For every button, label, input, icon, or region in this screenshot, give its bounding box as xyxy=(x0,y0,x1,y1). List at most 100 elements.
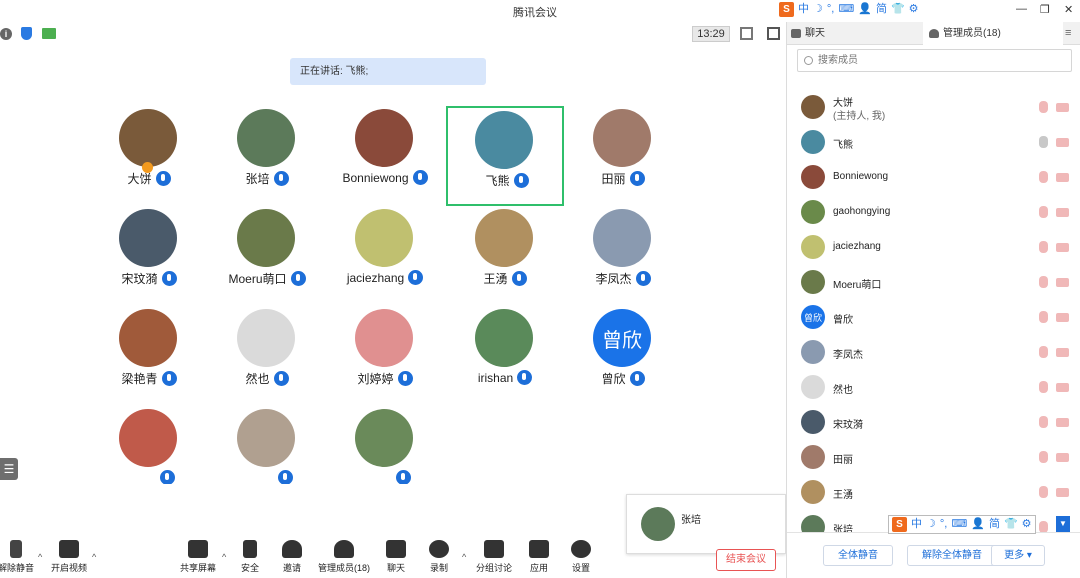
record-button[interactable]: 录制 xyxy=(409,538,469,578)
mic-off-icon[interactable] xyxy=(1039,101,1048,113)
ime-punct-icon[interactable]: °, xyxy=(827,2,834,17)
ime-simplified[interactable]: 简 xyxy=(989,517,1000,532)
member-row[interactable]: 曾欣 曾欣 xyxy=(787,300,1080,335)
sidebar-toggle-icon[interactable] xyxy=(767,27,780,40)
unmute-all-button[interactable]: 解除全体静音 xyxy=(907,545,997,566)
participant-tile[interactable]: 李凤杰 xyxy=(564,204,682,304)
ime-skin-icon[interactable]: 👕 xyxy=(891,2,905,17)
member-row[interactable]: 飞熊 xyxy=(787,125,1080,160)
participant-tile[interactable]: 王湧 xyxy=(446,204,564,304)
ime-moon-icon[interactable]: ☽ xyxy=(926,517,936,532)
member-search[interactable] xyxy=(797,49,1072,72)
end-meeting-button[interactable]: 结束会议 xyxy=(716,549,776,571)
mic-off-icon[interactable] xyxy=(1039,206,1048,218)
ime-simplified[interactable]: 简 xyxy=(876,2,887,17)
ime-settings-icon[interactable]: ⚙ xyxy=(909,2,919,17)
participant-tile[interactable]: 张培 xyxy=(208,104,326,204)
ime-chinese-mode[interactable]: 中 xyxy=(798,2,809,17)
ime-skin-icon[interactable]: 👕 xyxy=(1004,517,1018,532)
participant-tile[interactable] xyxy=(326,404,444,484)
scroll-down-icon[interactable]: ▼ xyxy=(1056,516,1070,532)
mic-off-icon[interactable] xyxy=(1039,416,1048,428)
participant-tile[interactable]: Bonniewong xyxy=(326,104,444,204)
mic-off-icon[interactable] xyxy=(1039,381,1048,393)
mic-off-icon[interactable] xyxy=(1039,486,1048,498)
share-screen-button[interactable]: 共享屏幕 xyxy=(168,538,228,578)
ime-logo[interactable]: S xyxy=(779,2,794,17)
mic-off-icon[interactable] xyxy=(1039,451,1048,463)
ime-toolbar[interactable]: S 中 ☽ °, ⌨ 👤 简 👕 ⚙ xyxy=(776,1,922,18)
participant-tile[interactable]: 宋玟漪 xyxy=(90,204,208,304)
participant-tile[interactable] xyxy=(208,404,326,484)
fullscreen-icon[interactable] xyxy=(740,27,753,40)
ime-keyboard-icon[interactable]: ⌨ xyxy=(951,517,967,532)
member-row[interactable]: 宋玟漪 xyxy=(787,405,1080,440)
member-row[interactable]: 田丽 xyxy=(787,440,1080,475)
camera-off-icon[interactable] xyxy=(1056,488,1069,497)
settings-button[interactable]: 设置 xyxy=(551,538,611,578)
ime-user-icon[interactable]: 👤 xyxy=(858,2,872,17)
participant-tile[interactable]: 田丽 xyxy=(564,104,682,204)
participant-tile[interactable]: 刘婷婷 xyxy=(326,304,444,404)
maximize-button[interactable]: ❐ xyxy=(1040,3,1050,16)
member-row[interactable]: jaciezhang xyxy=(787,230,1080,265)
more-button[interactable]: 更多 ▾ xyxy=(991,545,1045,566)
participant-tile[interactable]: irishan xyxy=(446,304,564,404)
list-toggle-icon[interactable]: ☰ xyxy=(0,458,18,480)
participant-tile[interactable]: 然也 xyxy=(208,304,326,404)
participant-tile[interactable]: 飞熊 xyxy=(446,106,564,206)
shield-icon[interactable] xyxy=(21,27,32,40)
ime-moon-icon[interactable]: ☽ xyxy=(813,2,823,17)
camera-off-icon[interactable] xyxy=(1056,173,1069,182)
participant-tile[interactable]: 大饼 xyxy=(90,104,208,204)
member-row[interactable]: gaohongying xyxy=(787,195,1080,230)
camera-off-icon[interactable] xyxy=(1056,103,1069,112)
video-options-caret[interactable]: ^ xyxy=(92,552,96,562)
camera-off-icon[interactable] xyxy=(1056,453,1069,462)
participant-tile[interactable] xyxy=(90,404,208,484)
camera-off-icon[interactable] xyxy=(1056,278,1069,287)
camera-off-icon[interactable] xyxy=(1056,138,1069,147)
mic-off-icon[interactable] xyxy=(1039,276,1048,288)
participant-tile[interactable]: Moeru萌口 xyxy=(208,204,326,304)
camera-off-icon[interactable] xyxy=(1056,418,1069,427)
info-icon[interactable]: i xyxy=(0,28,12,40)
member-row[interactable]: 然也 xyxy=(787,370,1080,405)
ime-chinese-mode[interactable]: 中 xyxy=(911,517,922,532)
minimize-button[interactable]: — xyxy=(1016,3,1027,15)
camera-off-icon[interactable] xyxy=(1056,383,1069,392)
panel-menu-icon[interactable]: ≡ xyxy=(1065,27,1071,39)
participant-tile[interactable]: 梁艳青 xyxy=(90,304,208,404)
invite-button[interactable]: 邀请 xyxy=(262,538,322,578)
member-row[interactable]: 大饼 (主持人, 我) xyxy=(787,90,1080,125)
camera-off-icon[interactable] xyxy=(1056,208,1069,217)
mic-off-icon[interactable] xyxy=(1039,171,1048,183)
ime-logo[interactable]: S xyxy=(892,517,907,532)
close-button[interactable]: ✕ xyxy=(1064,3,1073,16)
camera-off-icon[interactable] xyxy=(1056,243,1069,252)
member-search-input[interactable] xyxy=(818,52,1068,69)
mic-off-icon[interactable] xyxy=(1039,346,1048,358)
camera-off-icon[interactable] xyxy=(1056,348,1069,357)
member-row[interactable]: Moeru萌口 xyxy=(787,265,1080,300)
mic-off-icon[interactable] xyxy=(1039,241,1048,253)
tab-members[interactable]: 管理成员(18) xyxy=(923,22,1063,45)
member-row[interactable]: Bonniewong xyxy=(787,160,1080,195)
mic-off-icon[interactable] xyxy=(1039,311,1048,323)
tab-chat[interactable]: 聊天 xyxy=(787,22,923,45)
signal-icon[interactable] xyxy=(42,28,56,39)
member-row[interactable]: 王湧 xyxy=(787,475,1080,510)
manage-members-button[interactable]: 管理成员(18) xyxy=(314,538,374,578)
mute-all-button[interactable]: 全体静音 xyxy=(823,545,893,566)
ime-settings-icon[interactable]: ⚙ xyxy=(1022,517,1032,532)
participant-tile[interactable]: 曾欣 曾欣 xyxy=(564,304,682,404)
ime-punct-icon[interactable]: °, xyxy=(940,517,947,532)
ime-keyboard-icon[interactable]: ⌨ xyxy=(838,2,854,17)
ime-floating-toolbar[interactable]: S 中 ☽ °, ⌨ 👤 简 👕 ⚙ xyxy=(888,515,1036,534)
ime-user-icon[interactable]: 👤 xyxy=(971,517,985,532)
member-row[interactable]: 李凤杰 xyxy=(787,335,1080,370)
mic-icon[interactable] xyxy=(1039,136,1048,148)
start-video-button[interactable]: 开启视频 xyxy=(39,538,99,578)
participant-tile[interactable]: jaciezhang xyxy=(326,204,444,304)
camera-off-icon[interactable] xyxy=(1056,313,1069,322)
